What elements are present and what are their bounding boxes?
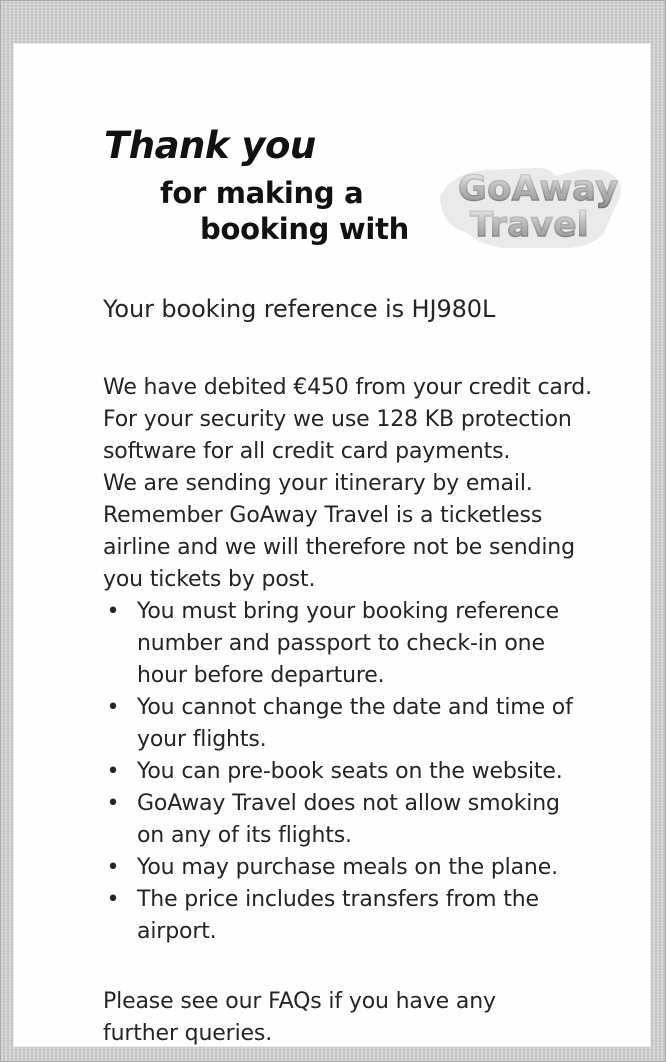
booking-confirmation-card: Thank you for making a booking with GoAw… [13,43,651,1047]
message-line-4: We are sending your itinerary by email. [103,471,533,496]
booking-message: We have debited €450 from your credit ca… [103,372,633,596]
confirmation-content: Your booking reference is HJ980L We have… [103,292,633,1050]
thank-you-text: Thank you [104,124,316,167]
logo-word-goaway: GoAway [458,169,619,209]
message-line-2: For your security we use 128 KB protecti… [103,407,572,432]
bullet-icon: • [106,599,120,624]
bullet-text: You can pre-book seats on the website. [137,759,563,784]
booking-reference-text: Your booking reference is HJ980L [103,295,496,323]
bullet-item: • The price includes transfers from the … [103,884,633,948]
bullet-item: • You must bring your booking reference … [103,596,633,692]
bullet-icon: • [106,887,120,912]
bullet-icon: • [106,759,120,784]
bullet-icon: • [106,855,120,880]
bullet-item: • You can pre-book seats on the website. [103,756,633,788]
thank-you-heading: Thank you for making a booking with [92,126,452,258]
message-line-6: airline and we will therefore not be sen… [103,535,575,560]
goaway-travel-logo: GoAway Travel [428,152,626,256]
message-line-7: you tickets by post. [103,567,316,592]
bullet-icon: • [106,791,120,816]
message-line-3: software for all credit card payments. [103,439,511,464]
bullet-text: You may purchase meals on the plane. [137,855,558,880]
logo-word-travel: Travel [470,205,589,245]
faq-note: Please see our FAQs if you have any furt… [103,989,496,1046]
heading-line-1: for making a [160,176,364,210]
bullet-item: • You cannot change the date and time of… [103,692,633,756]
bullet-item: • You may purchase meals on the plane. [103,852,633,884]
bullet-text: You cannot change the date and time of y… [137,695,573,752]
heading-line-2: booking with [200,212,409,246]
bullet-item: • GoAway Travel does not allow smoking o… [103,788,633,852]
message-line-1: We have debited €450 from your credit ca… [103,375,592,400]
message-line-5: Remember GoAway Travel is a ticketless [103,503,543,528]
bullet-text: GoAway Travel does not allow smoking on … [137,791,560,848]
bullet-icon: • [106,695,120,720]
bullet-text: The price includes transfers from the ai… [137,887,539,944]
page-frame: Thank you for making a booking with GoAw… [0,0,666,1062]
booking-rules-list: • You must bring your booking reference … [103,596,633,948]
bullet-text: You must bring your booking reference nu… [137,599,559,688]
